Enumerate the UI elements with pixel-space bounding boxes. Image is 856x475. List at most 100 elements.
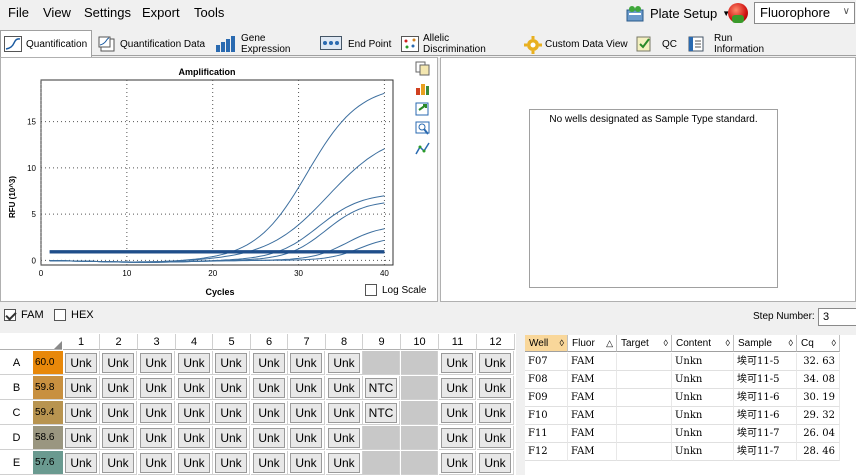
column-header[interactable]: 4 [176, 334, 213, 350]
menu-settings[interactable]: Settings [84, 5, 131, 20]
table-cell[interactable]: F08 [525, 371, 568, 389]
plate-well[interactable] [401, 426, 438, 450]
log-scale-checkbox[interactable] [365, 284, 377, 296]
table-cell[interactable]: F07 [525, 353, 568, 371]
plate-well[interactable] [363, 351, 400, 375]
plate-well[interactable]: Unk [251, 401, 288, 425]
column-header-cq[interactable]: Cq ◊ [797, 335, 840, 352]
plate-well[interactable]: Unk [326, 401, 363, 425]
table-cell[interactable]: 28. 46 [797, 443, 840, 461]
sort-icon[interactable]: ◊ [560, 335, 564, 352]
plate-well[interactable]: Unk [439, 351, 476, 375]
table-cell[interactable] [617, 389, 672, 407]
plate-well[interactable]: Unk [138, 376, 175, 400]
table-cell[interactable]: Unkn [672, 389, 734, 407]
plate-well[interactable]: Unk [100, 376, 137, 400]
plate-well[interactable] [401, 401, 438, 425]
table-cell[interactable]: FAM [568, 443, 617, 461]
plate-well[interactable]: Unk [477, 376, 514, 400]
plate-well[interactable] [401, 451, 438, 475]
menu-export[interactable]: Export [142, 5, 180, 20]
column-header[interactable]: 8 [326, 334, 363, 350]
plate-well[interactable]: Unk [138, 401, 175, 425]
tab-end-point[interactable]: End Point [317, 32, 393, 56]
plate-well[interactable]: Unk [176, 376, 213, 400]
menu-file[interactable]: File [8, 5, 29, 20]
table-cell[interactable]: F09 [525, 389, 568, 407]
table-cell[interactable]: 32. 63 [797, 353, 840, 371]
step-number-select[interactable]: 3 [818, 308, 856, 326]
plate-well[interactable]: Unk [326, 426, 363, 450]
plate-well[interactable]: Unk [477, 426, 514, 450]
table-cell[interactable]: Unkn [672, 425, 734, 443]
tab-custom-data-view[interactable]: Custom Data View [520, 32, 630, 56]
plate-well[interactable]: Unk [138, 351, 175, 375]
table-cell[interactable]: 30. 19 [797, 389, 840, 407]
menu-view[interactable]: View [43, 5, 71, 20]
table-cell[interactable]: Unkn [672, 443, 734, 461]
tab-allelic-discrimination[interactable]: Allelic Discrimination [398, 32, 514, 56]
table-cell[interactable]: 34. 08 [797, 371, 840, 389]
table-cell[interactable]: FAM [568, 353, 617, 371]
column-header-well[interactable]: Well ◊ [525, 335, 568, 352]
plate-well[interactable]: Unk [326, 451, 363, 475]
column-header-sample[interactable]: Sample ◊ [734, 335, 797, 352]
table-cell[interactable]: 29. 32 [797, 407, 840, 425]
table-cell[interactable]: Unkn [672, 353, 734, 371]
table-cell[interactable]: 26. 04 [797, 425, 840, 443]
plate-well[interactable]: Unk [100, 451, 137, 475]
tab-quantification[interactable]: Quantification [0, 30, 92, 57]
plate-well[interactable]: Unk [251, 451, 288, 475]
table-cell[interactable]: FAM [568, 425, 617, 443]
table-cell[interactable]: FAM [568, 371, 617, 389]
plate-well[interactable]: Unk [176, 401, 213, 425]
table-cell[interactable]: Unkn [672, 407, 734, 425]
fam-checkbox[interactable] [4, 309, 16, 321]
plate-well[interactable]: Unk [213, 401, 250, 425]
column-header[interactable]: 9 [363, 334, 401, 350]
table-cell[interactable]: FAM [568, 389, 617, 407]
row-header[interactable]: C [0, 401, 33, 425]
zoom-icon[interactable] [415, 121, 430, 136]
table-cell[interactable] [617, 371, 672, 389]
table-cell[interactable] [617, 407, 672, 425]
log-scale-toggle[interactable]: Log Scale [365, 284, 426, 296]
export-icon[interactable] [415, 101, 430, 116]
plate-well[interactable]: Unk [63, 351, 100, 375]
column-header-fluor[interactable]: Fluor △ [568, 335, 617, 352]
tab-run-information[interactable]: Run Information [685, 32, 785, 56]
column-header-content[interactable]: Content ◊ [672, 335, 734, 352]
plate-well[interactable]: Unk [176, 451, 213, 475]
plate-well[interactable]: Unk [251, 426, 288, 450]
table-cell[interactable]: F11 [525, 425, 568, 443]
column-header[interactable]: 11 [439, 334, 477, 350]
curve-icon[interactable] [415, 141, 430, 156]
fam-filter[interactable]: FAM [4, 309, 44, 321]
bar-chart-icon[interactable] [415, 81, 430, 96]
tab-quantification-data[interactable]: Quantification Data [95, 32, 211, 56]
table-cell[interactable]: 埃可11-7 [734, 443, 797, 461]
column-header[interactable]: 6 [251, 334, 288, 350]
plate-well[interactable]: Unk [326, 351, 363, 375]
plate-well[interactable]: Unk [288, 401, 325, 425]
plate-well[interactable]: Unk [439, 426, 476, 450]
amplification-chart[interactable]: Amplification Cycles RFU (10^3) 0 10 20 30 4… [1, 58, 439, 303]
plate-corner[interactable] [0, 334, 62, 350]
plate-well[interactable]: Unk [63, 376, 100, 400]
sort-icon[interactable]: △ [606, 335, 613, 352]
plate-well[interactable]: Unk [288, 451, 325, 475]
tab-qc[interactable]: QC [633, 32, 681, 56]
plate-well[interactable]: Unk [100, 351, 137, 375]
column-header-target[interactable]: Target ◊ [617, 335, 672, 352]
table-cell[interactable] [617, 353, 672, 371]
fluorophore-selector[interactable]: Fluorophore ∨ [728, 1, 856, 25]
plate-well[interactable]: Unk [213, 451, 250, 475]
row-header[interactable]: B [0, 376, 33, 400]
plate-well[interactable]: Unk [439, 401, 476, 425]
plate-well[interactable]: NTC [363, 401, 400, 425]
plate-well[interactable]: Unk [176, 351, 213, 375]
column-header[interactable]: 10 [401, 334, 439, 350]
table-cell[interactable]: 埃可11-6 [734, 389, 797, 407]
table-cell[interactable]: 埃可11-6 [734, 407, 797, 425]
sort-icon[interactable]: ◊ [726, 335, 730, 352]
